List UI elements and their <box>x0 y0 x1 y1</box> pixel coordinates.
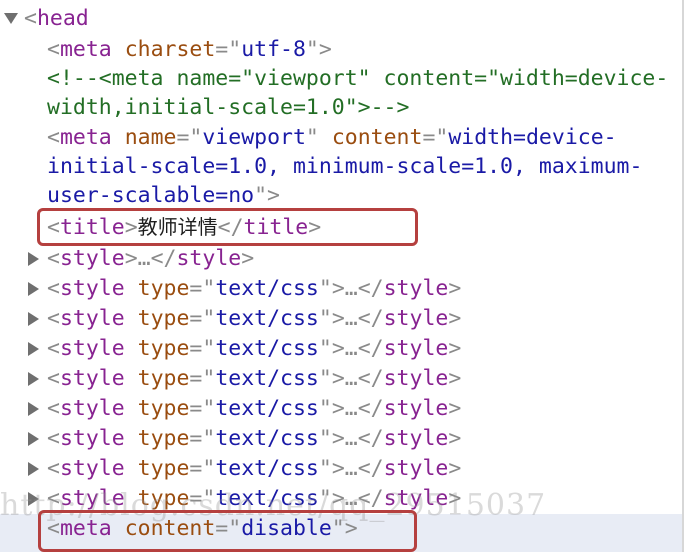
meta-viewport-node-line-3[interactable]: user-scalable=no"> <box>47 181 280 211</box>
comment-node-line-1[interactable]: <!--<meta name="viewport" content="width… <box>47 64 668 94</box>
meta-viewport-node-line-1[interactable]: <meta name="viewport" content="width=dev… <box>47 123 617 153</box>
expand-triangle-icon[interactable] <box>28 432 39 446</box>
expand-triangle-icon[interactable] <box>28 342 39 356</box>
devtools-elements-panel: <head <meta charset="utf-8"> <!--<meta n… <box>0 0 684 552</box>
style-node[interactable]: <style>…</style> <box>47 244 254 274</box>
style-type-node[interactable]: <style type="text/css">…</style> <box>47 454 461 484</box>
meta-charset-node[interactable]: <meta charset="utf-8"> <box>47 35 332 65</box>
comment-node-line-2[interactable]: width,initial-scale=1.0">--> <box>47 93 409 123</box>
collapse-triangle-icon[interactable] <box>4 13 18 24</box>
style-type-node[interactable]: <style type="text/css">…</style> <box>47 274 461 304</box>
expand-triangle-icon[interactable] <box>28 462 39 476</box>
expand-triangle-icon[interactable] <box>28 252 39 266</box>
style-type-node[interactable]: <style type="text/css">…</style> <box>47 424 461 454</box>
meta-viewport-node-line-2[interactable]: initial-scale=1.0, minimum-scale=1.0, ma… <box>47 152 642 182</box>
style-type-node[interactable]: <style type="text/css">…</style> <box>47 304 461 334</box>
style-type-node[interactable]: <style type="text/css">…</style> <box>47 364 461 394</box>
expand-triangle-icon[interactable] <box>28 372 39 386</box>
style-type-node[interactable]: <style type="text/css">…</style> <box>47 394 461 424</box>
expand-triangle-icon[interactable] <box>28 312 39 326</box>
meta-content-highlight-box <box>38 510 417 552</box>
head-open-tag[interactable]: <head <box>24 4 89 34</box>
expand-triangle-icon[interactable] <box>28 282 39 296</box>
style-type-node[interactable]: <style type="text/css">…</style> <box>47 334 461 364</box>
title-highlight-box <box>37 208 418 246</box>
expand-triangle-icon[interactable] <box>28 402 39 416</box>
